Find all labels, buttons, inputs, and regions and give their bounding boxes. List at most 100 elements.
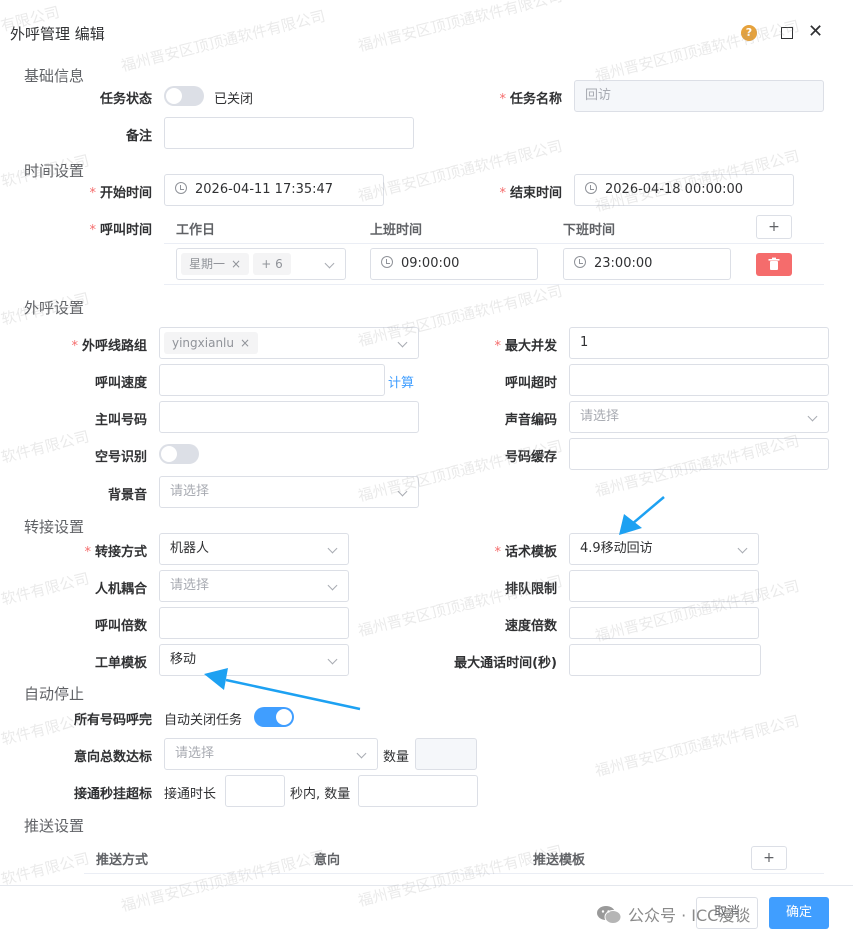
watermark: 福州晋安区顶顶通软件有限公司 xyxy=(119,6,328,76)
transfer-mode-select[interactable]: 机器人 xyxy=(159,533,349,565)
maximize-icon[interactable] xyxy=(781,27,793,39)
add-call-time-button[interactable]: + xyxy=(756,215,792,239)
max-talk-time-label: 最大通话时间(秒) xyxy=(454,656,557,671)
chevron-down-icon xyxy=(327,580,338,591)
codec-label: 声音编码 xyxy=(504,413,557,428)
codec-select[interactable]: 请选择 xyxy=(569,401,829,433)
task-status-switch[interactable] xyxy=(164,86,204,106)
watermark: 软件有限公司 xyxy=(0,849,91,889)
connect-count-input[interactable] xyxy=(358,775,478,807)
workday-tag: 星期一 × xyxy=(181,253,250,275)
wechat-overlay: 公众号 · ICC漫谈 xyxy=(596,902,750,926)
calculate-link[interactable]: 计算 xyxy=(388,372,414,391)
remark-label: 备注 xyxy=(125,129,152,144)
watermark: 福州晋安区顶顶通软件有限公司 xyxy=(593,16,802,86)
on-time-input[interactable]: 09:00:00 xyxy=(370,248,538,280)
section-transfer: 转接设置 xyxy=(24,518,85,536)
number-cache-input[interactable] xyxy=(569,438,829,470)
start-time-input[interactable]: 2026-04-11 17:35:47 xyxy=(164,174,384,206)
empty-detect-label: 空号识别 xyxy=(94,450,147,465)
clock-icon xyxy=(381,256,393,268)
all-called-label: 所有号码呼完 xyxy=(73,713,152,728)
caller-number-input[interactable] xyxy=(159,401,419,433)
line-group-label: * 外呼线路组 xyxy=(71,339,147,354)
coupling-select[interactable]: 请选择 xyxy=(159,570,349,602)
intent-target-select[interactable]: 请选择 xyxy=(164,738,378,770)
auto-close-switch[interactable] xyxy=(254,707,294,727)
number-cache-label: 号码缓存 xyxy=(504,450,557,465)
arrowhead xyxy=(619,514,642,535)
watermark: 福州晋安区顶顶通软件有限公司 xyxy=(119,846,328,916)
bg-sound-label: 背景音 xyxy=(107,488,147,503)
watermark: 福州晋安区顶顶通软件有限公司 xyxy=(593,711,802,781)
line-group-tag: yingxianlu × xyxy=(164,332,259,354)
ticket-template-select[interactable]: 移动 xyxy=(159,644,349,676)
chevron-down-icon xyxy=(327,543,338,554)
watermark: 福州晋安区顶顶通软件有限公司 xyxy=(356,0,565,56)
chevron-down-icon xyxy=(327,654,338,665)
clock-icon xyxy=(175,182,187,194)
call-multiple-label: 呼叫倍数 xyxy=(94,619,147,634)
call-speed-input[interactable] xyxy=(159,364,385,396)
section-push: 推送设置 xyxy=(24,817,85,835)
table-divider xyxy=(164,243,824,244)
workday-select[interactable]: 星期一 × + 6 xyxy=(176,248,346,280)
section-basic: 基础信息 xyxy=(24,67,85,85)
max-concurrency-input[interactable]: 1 xyxy=(569,327,829,359)
call-timeout-input[interactable] xyxy=(569,364,829,396)
dialog-title: 外呼管理 编辑 xyxy=(10,25,105,43)
speed-multiple-input[interactable] xyxy=(569,607,759,639)
add-push-button[interactable]: + xyxy=(751,846,787,870)
queue-limit-input[interactable] xyxy=(569,570,759,602)
help-icon[interactable]: ? xyxy=(741,25,757,41)
count-text: 数量 xyxy=(383,750,410,765)
speed-multiple-label: 速度倍数 xyxy=(504,619,557,634)
col-off-time: 下班时间 xyxy=(563,223,616,238)
auto-close-text: 自动关闭任务 xyxy=(164,713,243,728)
coupling-label: 人机耦合 xyxy=(94,582,147,597)
max-concurrency-label: * 最大并发 xyxy=(494,339,557,354)
connect-seconds-input[interactable] xyxy=(225,775,285,807)
section-time: 时间设置 xyxy=(24,162,85,180)
col-push-template: 推送模板 xyxy=(533,853,586,868)
section-auto-stop: 自动停止 xyxy=(24,685,85,703)
chevron-down-icon xyxy=(324,258,335,269)
bg-sound-select[interactable]: 请选择 xyxy=(159,476,419,508)
call-time-label: * 呼叫时间 xyxy=(89,223,152,238)
off-time-input[interactable]: 23:00:00 xyxy=(563,248,731,280)
ticket-template-label: 工单模板 xyxy=(94,656,147,671)
workday-more-tag: + 6 xyxy=(253,253,291,275)
remark-input[interactable] xyxy=(164,117,414,149)
col-push-method: 推送方式 xyxy=(96,853,149,868)
table-divider xyxy=(164,284,824,285)
trash-icon xyxy=(768,257,780,270)
chevron-down-icon xyxy=(737,543,748,554)
section-outbound: 外呼设置 xyxy=(24,299,85,317)
end-time-input[interactable]: 2026-04-18 00:00:00 xyxy=(574,174,794,206)
task-status-text: 已关闭 xyxy=(214,92,254,107)
push-table-divider xyxy=(84,873,824,874)
queue-limit-label: 排队限制 xyxy=(504,582,557,597)
call-timeout-label: 呼叫超时 xyxy=(504,376,557,391)
footer-divider xyxy=(0,885,853,886)
empty-detect-switch[interactable] xyxy=(159,444,199,464)
delete-row-button[interactable] xyxy=(756,253,792,276)
arrow-to-ticket-template xyxy=(225,678,361,711)
connect-duration-text: 接通时长 xyxy=(164,787,217,802)
close-icon[interactable]: ✕ xyxy=(808,22,823,42)
script-template-select[interactable]: 4.9移动回访 xyxy=(569,533,759,565)
task-name-input[interactable]: 回访 xyxy=(574,80,824,112)
transfer-mode-label: * 转接方式 xyxy=(84,545,147,560)
call-multiple-input[interactable] xyxy=(159,607,349,639)
chevron-down-icon xyxy=(397,337,408,348)
max-talk-time-input[interactable] xyxy=(569,644,761,676)
confirm-button[interactable]: 确定 xyxy=(769,897,829,929)
chevron-down-icon xyxy=(397,486,408,497)
script-template-label: * 话术模板 xyxy=(494,545,557,560)
within-count-text: 秒内, 数量 xyxy=(290,787,351,802)
intent-count-input[interactable] xyxy=(415,738,477,770)
connect-hangup-label: 接通秒挂超标 xyxy=(73,787,152,802)
col-workday: 工作日 xyxy=(176,223,216,238)
start-time-label: * 开始时间 xyxy=(89,186,152,201)
line-group-select[interactable]: yingxianlu × xyxy=(159,327,419,359)
